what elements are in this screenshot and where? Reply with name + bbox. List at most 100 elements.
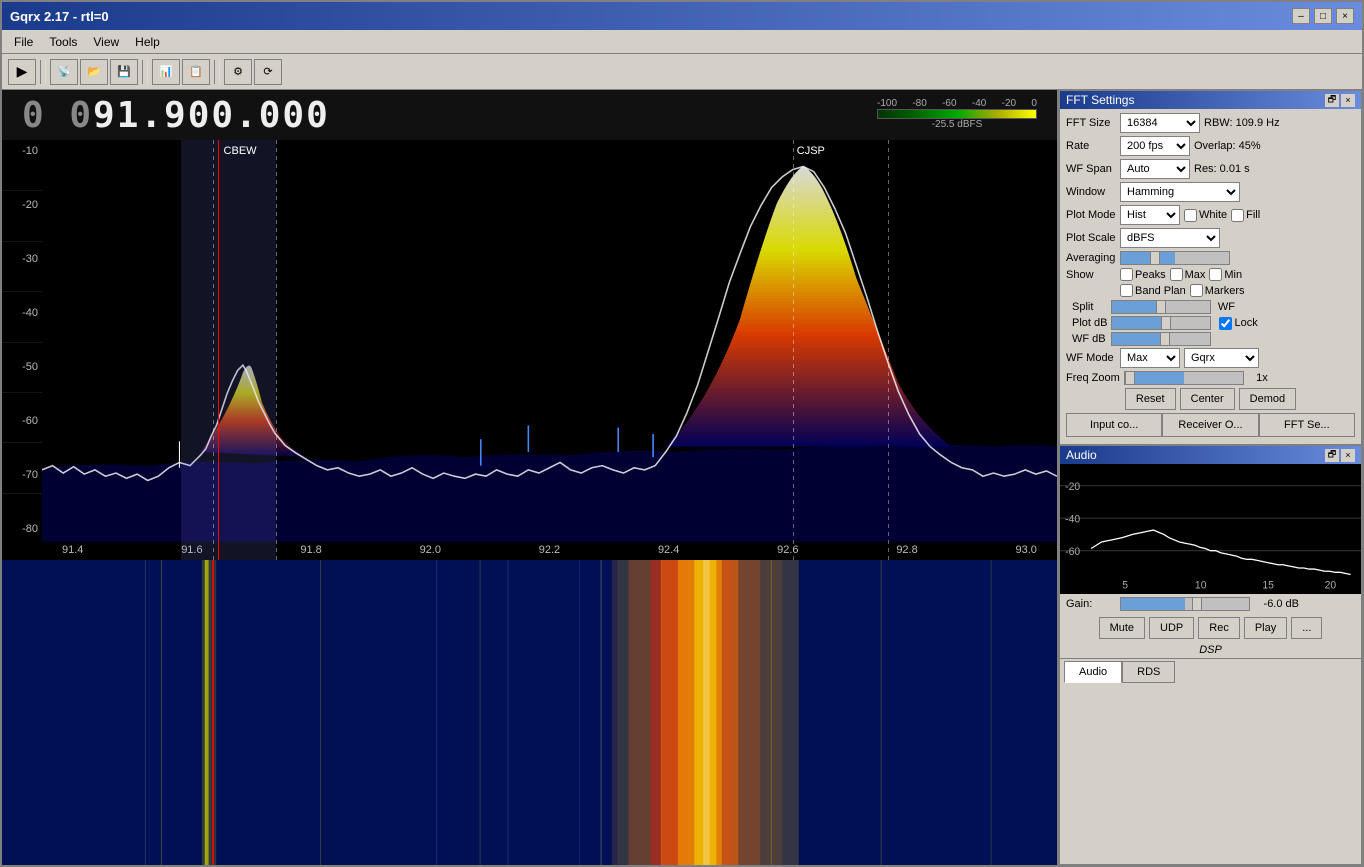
lock-checkbox[interactable] (1219, 317, 1232, 330)
channel-dashed-line-3 (793, 140, 794, 560)
maximize-button[interactable]: □ (1314, 8, 1332, 24)
wf-db-row: WF dB (1066, 332, 1355, 348)
window-select[interactable]: Hamming (1120, 182, 1240, 202)
play-button[interactable]: ▶ (8, 59, 36, 85)
wf-mode-select[interactable]: Max Min Avg (1120, 348, 1180, 368)
right-panel: FFT Settings 🗗 × FFT Size 16384 RBW: 109… (1057, 90, 1362, 865)
peaks-checkbox-label[interactable]: Peaks (1120, 268, 1166, 281)
freq-zoom-slider[interactable] (1124, 371, 1244, 385)
mute-button[interactable]: Mute (1099, 617, 1145, 639)
x-label-2: 91.6 (181, 544, 202, 556)
reset-button[interactable]: Reset (1125, 388, 1176, 410)
plot-mode-label: Plot Mode (1066, 209, 1116, 221)
fft-size-row: FFT Size 16384 RBW: 109.9 Hz (1066, 113, 1355, 133)
center-button[interactable]: Center (1180, 388, 1235, 410)
min-checkbox-label[interactable]: Min (1209, 268, 1242, 281)
split-slider[interactable] (1111, 300, 1211, 314)
plot-db-label: Plot dB (1072, 317, 1107, 329)
window-label: Window (1066, 186, 1116, 198)
audio-tab-audio[interactable]: Audio (1064, 661, 1122, 683)
markers-label: Markers (1205, 285, 1245, 297)
waterfall-section[interactable] (2, 560, 1057, 865)
x-label-1: 91.4 (62, 544, 83, 556)
audio-tab-rds[interactable]: RDS (1122, 661, 1175, 683)
plot-mode-row: Plot Mode Hist White Fill (1066, 205, 1355, 225)
settings-button[interactable]: ⚙ (224, 59, 252, 85)
menu-help[interactable]: Help (127, 33, 168, 51)
menu-tools[interactable]: Tools (41, 33, 85, 51)
max-checkbox-label[interactable]: Max (1170, 268, 1206, 281)
fft-size-select[interactable]: 16384 (1120, 113, 1200, 133)
res-label: Res: 0.01 s (1194, 163, 1250, 175)
toolbar-separator-3 (214, 60, 220, 84)
minimize-button[interactable]: – (1292, 8, 1310, 24)
rec-button[interactable]: 📋 (182, 59, 210, 85)
more-button[interactable]: ... (1291, 617, 1322, 639)
close-button[interactable]: × (1336, 8, 1354, 24)
save-button[interactable]: 💾 (110, 59, 138, 85)
menu-view[interactable]: View (85, 33, 127, 51)
receiver-o-button[interactable]: Receiver O... (1162, 413, 1258, 437)
audio-svg: -20 -40 -60 5 10 15 20 (1060, 464, 1361, 594)
toolbar-separator-1 (40, 60, 46, 84)
gain-label: Gain: (1066, 598, 1116, 610)
wf-color-select[interactable]: Gqrx (1184, 348, 1259, 368)
window-title: Gqrx 2.17 - rtl=0 (10, 9, 109, 24)
udp-button[interactable]: UDP (1149, 617, 1194, 639)
device-button[interactable]: 📡 (50, 59, 78, 85)
audio-panel-header: Audio 🗗 × (1060, 446, 1361, 464)
menu-file[interactable]: File (6, 33, 41, 51)
input-co-button[interactable]: Input co... (1066, 413, 1162, 437)
white-checkbox-label[interactable]: White (1184, 209, 1227, 222)
freq-zoom-label: Freq Zoom (1066, 372, 1120, 384)
rec-button-2[interactable]: Rec (1198, 617, 1240, 639)
lock-checkbox-label[interactable]: Lock (1219, 317, 1257, 330)
max-checkbox[interactable] (1170, 268, 1183, 281)
scale-label-4: -40 (972, 98, 986, 109)
refresh-button[interactable]: ⟳ (254, 59, 282, 85)
plot-mode-select[interactable]: Hist (1120, 205, 1180, 225)
plot-scale-select[interactable]: dBFS (1120, 228, 1220, 248)
x-label-8: 92.8 (896, 544, 917, 556)
fft-settings-close-btn[interactable]: × (1341, 94, 1355, 107)
plot-db-slider[interactable] (1111, 316, 1211, 330)
y-label-7: -70 (2, 469, 38, 481)
rbw-label: RBW: 109.9 Hz (1204, 117, 1280, 129)
plot-db-row: Plot dB Lock (1066, 316, 1355, 332)
averaging-row: Averaging (1066, 251, 1355, 265)
bottom-btn-row: Input co... Receiver O... FFT Se... (1066, 413, 1355, 437)
markers-checkbox[interactable] (1190, 284, 1203, 297)
white-label: White (1199, 209, 1227, 221)
demod-button-2[interactable]: Demod (1239, 388, 1296, 410)
main-window: Gqrx 2.17 - rtl=0 – □ × File Tools View … (0, 0, 1364, 867)
audio-restore-btn[interactable]: 🗗 (1325, 449, 1339, 462)
fft-panel[interactable]: -10 -20 -30 -40 -50 -60 -70 -80 (2, 140, 1057, 560)
play-button-2[interactable]: Play (1244, 617, 1287, 639)
channel-label-cbew: CBEW (224, 145, 257, 157)
open-button[interactable]: 📂 (80, 59, 108, 85)
peaks-checkbox[interactable] (1120, 268, 1133, 281)
max-label: Max (1185, 269, 1206, 281)
fft-settings-restore-btn[interactable]: 🗗 (1325, 94, 1339, 107)
wf-label: WF (1215, 301, 1235, 313)
band-plan-checkbox[interactable] (1120, 284, 1133, 297)
markers-checkbox-label[interactable]: Markers (1190, 284, 1245, 297)
white-checkbox[interactable] (1184, 209, 1197, 222)
dsp-label: DSP (1060, 642, 1361, 658)
min-checkbox[interactable] (1209, 268, 1222, 281)
gain-slider[interactable] (1120, 597, 1250, 611)
rate-select[interactable]: 200 fps (1120, 136, 1190, 156)
fft-se-button[interactable]: FFT Se... (1259, 413, 1355, 437)
fill-checkbox[interactable] (1231, 209, 1244, 222)
demod-button[interactable]: 📊 (152, 59, 180, 85)
title-bar: Gqrx 2.17 - rtl=0 – □ × (2, 2, 1362, 30)
fill-checkbox-label[interactable]: Fill (1231, 209, 1260, 222)
x-label-6: 92.4 (658, 544, 679, 556)
wf-db-slider[interactable] (1111, 332, 1211, 346)
band-plan-checkbox-label[interactable]: Band Plan (1120, 284, 1186, 297)
audio-close-btn[interactable]: × (1341, 449, 1355, 462)
scale-bar (877, 109, 1037, 119)
averaging-slider[interactable] (1120, 251, 1230, 265)
wf-span-select[interactable]: Auto (1120, 159, 1190, 179)
y-label-1: -10 (2, 145, 38, 157)
